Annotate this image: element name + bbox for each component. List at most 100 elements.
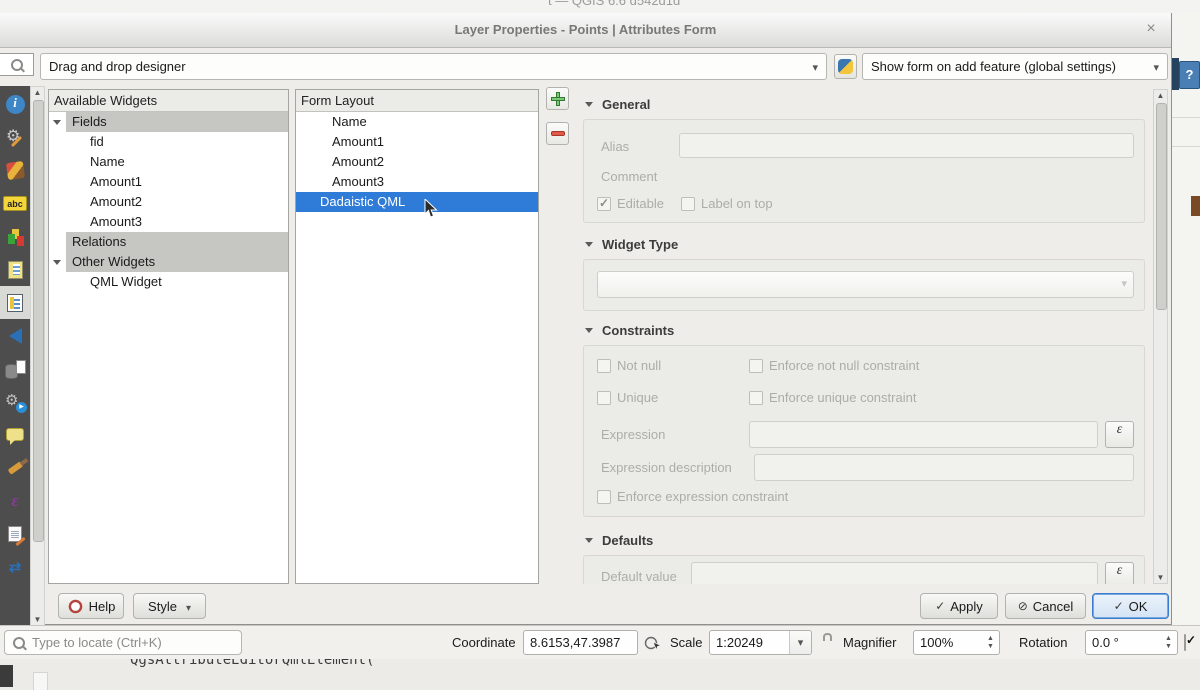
magnifier-spinbox[interactable]: 100% ▲▼ (913, 630, 1000, 655)
sidebar-tab-variables[interactable]: ε (0, 484, 30, 517)
render-checkbox[interactable] (1184, 635, 1186, 650)
add-element-button[interactable] (546, 87, 569, 110)
label-on-top-checkbox-row[interactable]: Label on top (681, 196, 773, 211)
scroll-up-icon[interactable]: ▲ (1154, 91, 1167, 100)
sidebar-tab-dependencies[interactable]: ⇄ (0, 550, 30, 583)
not-null-checkbox[interactable] (597, 359, 611, 373)
sidebar-tab-rendering[interactable] (0, 451, 30, 484)
editable-checkbox-row[interactable]: Editable (597, 196, 664, 211)
unique-checkbox[interactable] (597, 391, 611, 405)
scale-label: Scale (670, 635, 703, 650)
form-layout-item-dadaistic-qml-selected[interactable]: Dadaistic QML (296, 192, 538, 212)
form-layout-item-amount2[interactable]: Amount2 (296, 152, 538, 172)
help-button[interactable]: Help (58, 593, 124, 619)
tree-item-amount3[interactable]: Amount3 (49, 212, 288, 232)
section-header-general[interactable]: General (585, 97, 650, 112)
locate-search-input[interactable]: Type to locate (Ctrl+K) (4, 630, 242, 655)
style-button[interactable]: Style (133, 593, 206, 619)
python-init-function-button[interactable] (834, 54, 857, 79)
scroll-up-icon[interactable]: ▲ (31, 88, 44, 97)
tree-item-relations[interactable]: Relations (49, 232, 288, 252)
sidebar-tab-symbology[interactable] (0, 154, 30, 187)
sidebar-tab-diagrams[interactable] (0, 220, 30, 253)
not-null-checkbox-row[interactable]: Not null (597, 358, 661, 373)
sidebar-tab-metadata[interactable] (0, 517, 30, 550)
scale-combobox[interactable]: 1:20249 ▾ (709, 630, 812, 655)
tree-item-amount2[interactable]: Amount2 (49, 192, 288, 212)
sidebar-tab-auxiliary-storage[interactable] (0, 352, 30, 385)
mouse-cursor (424, 199, 438, 219)
label-on-top-checkbox[interactable] (681, 197, 695, 211)
scroll-down-icon[interactable]: ▼ (31, 615, 44, 624)
sidebar-tab-actions[interactable] (0, 385, 30, 418)
alias-input[interactable] (679, 133, 1134, 158)
form-designer-dropdown[interactable]: Drag and drop designer (40, 53, 827, 80)
tab-filter-search-input[interactable] (0, 53, 34, 76)
help-button-label: Help (89, 599, 116, 614)
tree-item-qml-widget[interactable]: QML Widget (49, 272, 288, 292)
scrollbar-thumb[interactable] (1156, 103, 1167, 310)
sidebar-scrollbar[interactable]: ▲ ▼ (30, 86, 45, 626)
properties-scrollbar[interactable]: ▲ ▼ (1153, 89, 1168, 584)
scroll-down-icon[interactable]: ▼ (1154, 573, 1167, 582)
apply-button[interactable]: ✓ Apply (920, 593, 998, 619)
coordinate-input[interactable]: 8.6153,47.3987 (523, 630, 638, 655)
tree-item-other-widgets[interactable]: Other Widgets (49, 252, 288, 272)
expression-epsilon-button[interactable]: ε (1105, 421, 1134, 448)
tree-item-label: fid (49, 132, 104, 152)
tree-item-label: QML Widget (49, 272, 162, 292)
form-layout-item-amount1[interactable]: Amount1 (296, 132, 538, 152)
section-header-widget-type[interactable]: Widget Type (585, 237, 678, 252)
form-layout-item-amount3[interactable]: Amount3 (296, 172, 538, 192)
sidebar-tab-labels[interactable]: abc (0, 187, 30, 220)
checkbox-checked-icon (1184, 634, 1186, 651)
ok-button[interactable]: ✓ OK (1092, 593, 1169, 619)
enforce-expression-checkbox-row[interactable]: Enforce expression constraint (597, 489, 788, 504)
widget-type-dropdown[interactable] (597, 271, 1134, 298)
tree-item-fields[interactable]: Fields (49, 112, 288, 132)
spin-arrows-icon[interactable]: ▲▼ (984, 633, 997, 652)
cancel-button[interactable]: ⊘ Cancel (1005, 593, 1086, 619)
tree-item-name[interactable]: Name (49, 152, 288, 172)
close-icon[interactable]: × (1141, 19, 1161, 39)
enforce-not-null-checkbox[interactable] (749, 359, 763, 373)
enforce-unique-checkbox[interactable] (749, 391, 763, 405)
editable-checkbox[interactable] (597, 197, 611, 211)
sidebar-tab-attributes-form[interactable] (0, 286, 30, 319)
expander-icon[interactable] (53, 120, 61, 125)
unique-label: Unique (617, 390, 658, 405)
extent-tracking-icon[interactable] (644, 634, 662, 652)
default-value-input[interactable] (691, 562, 1098, 584)
scrollbar-thumb[interactable] (33, 100, 44, 542)
chevron-down-icon[interactable]: ▾ (789, 631, 811, 654)
sidebar-tab-source[interactable] (0, 121, 30, 154)
expander-icon[interactable] (53, 260, 61, 265)
section-title: General (602, 97, 650, 112)
expression-dropdown[interactable] (749, 421, 1098, 448)
tree-item-fid[interactable]: fid (49, 132, 288, 152)
section-title: Defaults (602, 533, 653, 548)
sidebar-tab-fields[interactable] (0, 253, 30, 286)
enforce-not-null-checkbox-row[interactable]: Enforce not null constraint (749, 358, 919, 373)
enforce-expression-checkbox[interactable] (597, 490, 611, 504)
sidebar-tab-display[interactable] (0, 418, 30, 451)
layer-properties-dialog: Layer Properties - Points | Attributes F… (0, 13, 1172, 625)
dialog-title: Layer Properties - Points | Attributes F… (0, 22, 1171, 37)
show-form-dropdown[interactable]: Show form on add feature (global setting… (862, 53, 1168, 80)
expression-description-input[interactable] (754, 454, 1134, 481)
sidebar-tab-information[interactable] (0, 88, 30, 121)
dialog-titlebar[interactable]: Layer Properties - Points | Attributes F… (0, 13, 1171, 48)
collapse-triangle-icon (585, 538, 593, 543)
sidebar-tab-joins[interactable] (0, 319, 30, 352)
help-badge-icon[interactable]: ? (1179, 61, 1200, 89)
default-value-epsilon-button[interactable]: ε (1105, 562, 1134, 584)
remove-element-button[interactable] (546, 122, 569, 145)
section-header-constraints[interactable]: Constraints (585, 323, 674, 338)
form-layout-item-name[interactable]: Name (296, 112, 538, 132)
enforce-unique-checkbox-row[interactable]: Enforce unique constraint (749, 390, 916, 405)
unique-checkbox-row[interactable]: Unique (597, 390, 658, 405)
tree-item-amount1[interactable]: Amount1 (49, 172, 288, 192)
spin-arrows-icon[interactable]: ▲▼ (1162, 633, 1175, 652)
section-header-defaults[interactable]: Defaults (585, 533, 653, 548)
rotation-spinbox[interactable]: 0.0 ° ▲▼ (1085, 630, 1178, 655)
